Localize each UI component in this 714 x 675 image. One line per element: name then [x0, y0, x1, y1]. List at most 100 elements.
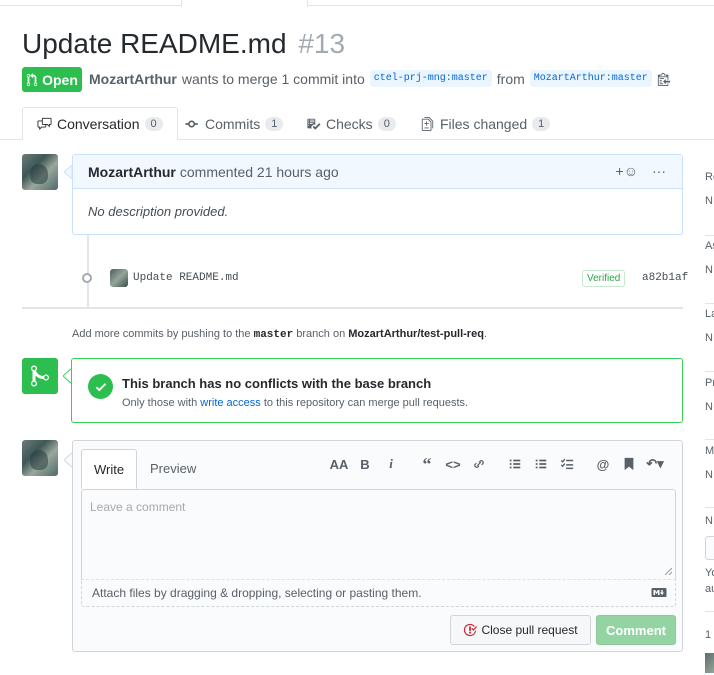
check-circle-icon [88, 374, 113, 399]
tab-conversation[interactable]: Conversation 0 [22, 107, 178, 141]
comment-author-link[interactable]: MozartArthur [88, 164, 176, 180]
bold-icon[interactable]: B [352, 455, 378, 473]
tab-count: 0 [144, 117, 163, 131]
comment-actions: +☺ ··· [616, 163, 666, 179]
tab-preview[interactable]: Preview [138, 449, 208, 487]
pr-author-link[interactable]: MozartArthur [89, 71, 177, 87]
write-access-link[interactable]: write access [200, 397, 261, 409]
pr-meta-text: wants to merge 1 commit into [181, 70, 365, 87]
sidebar-labels-heading[interactable]: La [705, 308, 714, 320]
pr-sidebar: Re N As N La N Pr N M N N Yo au 1 p [700, 155, 714, 675]
merge-sub-suffix: to this repository can merge pull reques… [263, 397, 469, 409]
markdown-icon[interactable] [651, 587, 667, 598]
head-branch[interactable]: MozartArthur:master [529, 70, 652, 87]
unordered-list-icon[interactable] [502, 455, 528, 473]
git-merge-icon [31, 365, 49, 387]
clipboard-icon[interactable] [657, 72, 671, 86]
sidebar-milestone-value: N [705, 469, 713, 481]
tab-checks[interactable]: Checks 0 [292, 107, 410, 140]
top-tab-strip [0, 0, 714, 6]
subscribe-button[interactable] [705, 536, 714, 560]
comment-card: MozartArthur commented 21 hours ago +☺ ·… [72, 154, 683, 235]
hint-branch: master [253, 329, 294, 341]
close-pull-request-label: Close pull request [481, 623, 578, 637]
sidebar-assignees-value: N [705, 264, 713, 276]
tab-files-changed[interactable]: Files changed 1 [406, 107, 564, 140]
sidebar-labels-value: N [705, 332, 713, 344]
task-list-icon[interactable] [554, 455, 580, 473]
verified-badge[interactable]: Verified [582, 270, 626, 287]
participant-avatar[interactable] [705, 653, 714, 673]
pull-request-icon [26, 72, 38, 86]
quote-icon[interactable]: “ [414, 454, 440, 474]
git-commit-icon [82, 273, 92, 283]
close-pull-request-button[interactable]: Close pull request [450, 615, 591, 645]
sidebar-divider [705, 235, 714, 236]
pr-meta: MozartArthur wants to merge 1 commit int… [89, 70, 671, 87]
tab-label: Conversation [57, 116, 140, 132]
reply-icon[interactable]: ↶▾ [642, 455, 668, 473]
file-diff-icon [421, 116, 434, 131]
code-icon[interactable]: <> [440, 455, 466, 473]
avatar[interactable] [22, 440, 58, 476]
status-badge: Open [22, 67, 82, 92]
comment-textarea[interactable] [81, 489, 676, 579]
sidebar-divider [705, 611, 714, 612]
tab-write[interactable]: Write [81, 449, 138, 489]
sidebar-notifications-heading: N [705, 515, 713, 527]
new-comment-form: Write Preview AA B i “ <> @ ↶▾ Attach fi… [72, 440, 683, 652]
markdown-toolbar: AA B i “ <> @ ↶▾ [326, 454, 668, 474]
tab-count: 1 [265, 116, 284, 131]
sidebar-reviewers-heading[interactable]: Re [705, 171, 714, 183]
sidebar-reviewers-value: N [705, 195, 713, 207]
hint-middle: branch on [296, 328, 346, 340]
commit-message-link[interactable]: Update README.md [133, 272, 239, 284]
sidebar-notifications-text: Yo [705, 567, 714, 579]
comment-button[interactable]: Comment [596, 615, 676, 645]
link-icon[interactable] [466, 455, 492, 473]
italic-icon[interactable]: i [378, 455, 404, 473]
merge-status-title: This branch has no conflicts with the ba… [122, 376, 432, 391]
tab-count: 1 [532, 116, 551, 131]
merge-sub-prefix: Only those with [122, 397, 198, 409]
kebab-menu-icon[interactable]: ··· [652, 163, 666, 179]
tab-count: 0 [377, 116, 396, 131]
comment-body: No description provided. [88, 204, 229, 219]
tab-commits[interactable]: Commits 1 [171, 107, 297, 140]
comment-discussion-icon [37, 117, 52, 131]
mention-icon[interactable]: @ [590, 455, 616, 473]
pr-number: #13 [298, 28, 346, 59]
sidebar-divider [705, 439, 714, 440]
sidebar-divider [705, 507, 714, 508]
add-reaction-icon[interactable]: +☺ [616, 163, 638, 179]
status-label: Open [42, 71, 78, 88]
page-title: Update README.md #13 [22, 28, 345, 60]
commit-avatar[interactable] [110, 269, 128, 287]
hint-prefix: Add more commits by pushing to the [72, 328, 251, 340]
pr-title: Update README.md [22, 28, 287, 59]
merge-status-subtitle: Only those with write access to this rep… [122, 397, 468, 409]
timeline-divider [22, 307, 683, 309]
top-tab-active[interactable] [181, 0, 308, 7]
bookmark-icon[interactable] [616, 455, 642, 473]
issue-closed-icon [464, 623, 478, 637]
checklist-icon [307, 118, 321, 130]
tab-label: Commits [205, 115, 261, 132]
merge-status-box: This branch has no conflicts with the ba… [71, 358, 683, 423]
hint-repo: MozartArthur/test-pull-req [348, 328, 484, 340]
sidebar-assignees-heading[interactable]: As [705, 240, 714, 252]
file-attachment-area[interactable]: Attach files by dragging & dropping, sel… [81, 579, 676, 607]
sidebar-milestone-heading[interactable]: M [705, 445, 714, 457]
base-branch[interactable]: ctel-prj-mng:master [369, 70, 492, 87]
comment-timestamp[interactable]: commented 21 hours ago [180, 164, 339, 180]
resize-grip-icon[interactable] [664, 567, 672, 575]
sidebar-projects-heading[interactable]: Pr [705, 377, 714, 389]
heading-icon[interactable]: AA [326, 455, 352, 473]
commit-sha-link[interactable]: a82b1af [642, 272, 688, 284]
git-commit-icon [185, 120, 198, 127]
comment-pointer [64, 165, 72, 179]
avatar[interactable] [22, 154, 58, 190]
ordered-list-icon[interactable] [528, 455, 554, 473]
sidebar-participants-heading: 1 p [705, 629, 714, 641]
hint-suffix: . [483, 328, 487, 340]
